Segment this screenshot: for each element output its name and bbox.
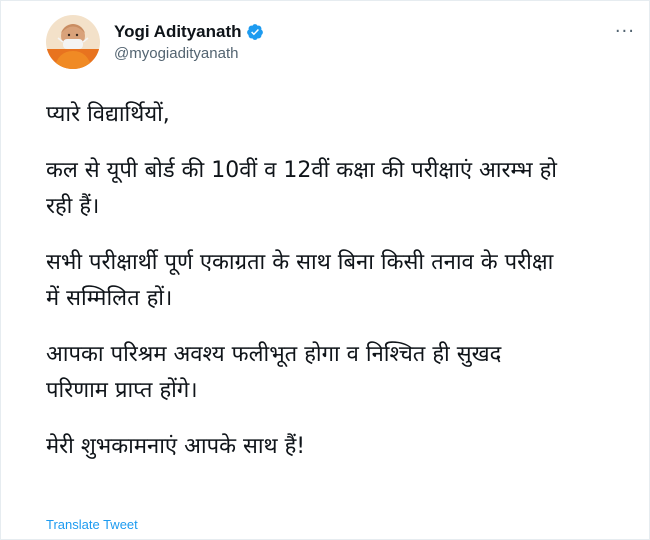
verified-badge-icon bbox=[246, 24, 263, 40]
profile-photo-icon bbox=[46, 15, 100, 69]
tweet-header: Yogi Adityanath @myogiadityanath bbox=[46, 15, 264, 69]
avatar[interactable] bbox=[46, 15, 100, 69]
tweet-paragraph: आपका परिश्रम अवश्य फलीभूत होगा व निश्चित… bbox=[46, 342, 502, 403]
display-name-row: Yogi Adityanath bbox=[114, 22, 264, 42]
user-handle[interactable]: @myogiadityanath bbox=[114, 45, 264, 62]
author-names: Yogi Adityanath @myogiadityanath bbox=[114, 22, 264, 62]
tweet-paragraph: मेरी शुभकामनाएं आपके साथ हैं! bbox=[46, 434, 306, 459]
translate-tweet-link[interactable]: Translate Tweet bbox=[46, 517, 138, 532]
tweet-paragraph: प्यारे विद्यार्थियों, bbox=[46, 102, 170, 127]
tweet-card: Yogi Adityanath @myogiadityanath ··· प्य… bbox=[0, 0, 650, 540]
tweet-paragraph: सभी परीक्षार्थी पूर्ण एकाग्रता के साथ बि… bbox=[46, 250, 554, 311]
more-options-icon[interactable]: ··· bbox=[615, 23, 635, 41]
tweet-text: प्यारे विद्यार्थियों, कल से यूपी बोर्ड क… bbox=[46, 97, 636, 485]
tweet-paragraph: कल से यूपी बोर्ड की 10वीं व 12वीं कक्षा … bbox=[46, 158, 557, 219]
display-name[interactable]: Yogi Adityanath bbox=[114, 22, 242, 42]
